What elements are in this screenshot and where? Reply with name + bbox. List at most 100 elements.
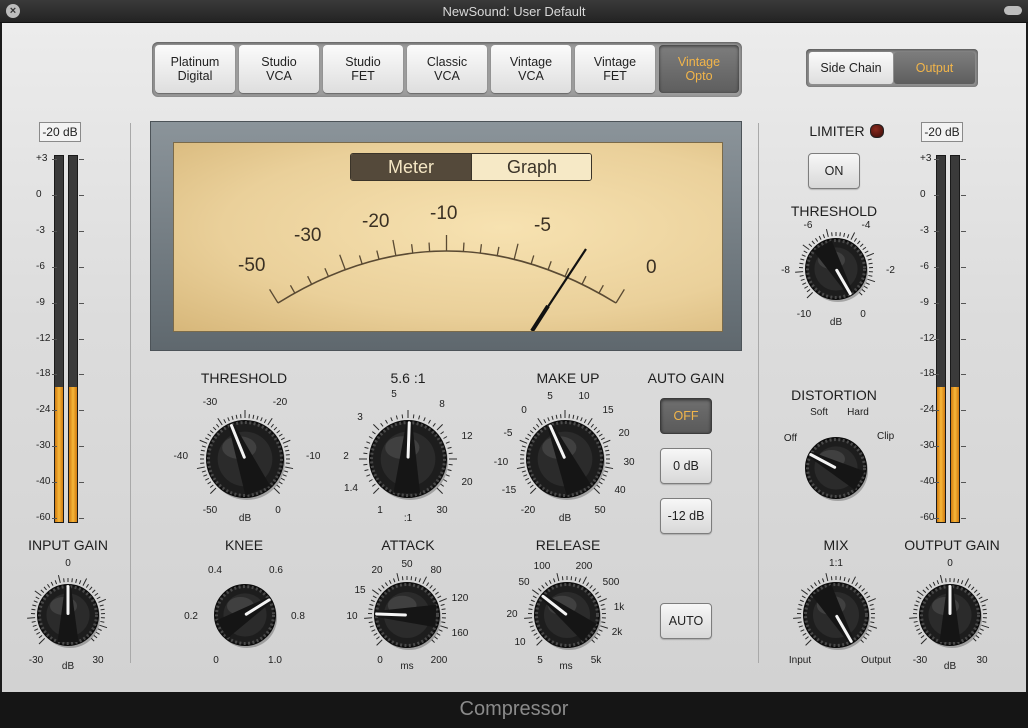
output-level-readout: -20 dB	[921, 122, 963, 142]
threshold-tick: -10	[306, 451, 321, 462]
input-meter-scale-tick	[52, 374, 57, 376]
input-meter-scale-tick	[52, 482, 57, 484]
model-vintage-vca[interactable]: Vintage VCA	[491, 45, 571, 93]
release-label: RELEASE	[535, 537, 601, 553]
input-meter-scale-label: -9	[36, 296, 45, 308]
input-meter-scale-tick	[79, 446, 84, 448]
zoom-icon[interactable]	[1004, 6, 1022, 15]
auto-button[interactable]: AUTO	[660, 603, 712, 639]
vu-tick	[547, 261, 552, 270]
auto-gain-label: AUTO GAIN	[647, 370, 725, 386]
attack-label: ATTACK	[381, 537, 435, 553]
input-meter-scale-tick	[79, 518, 84, 519]
output-meter-scale-label: -12	[920, 332, 935, 344]
model-classic-vca[interactable]: Classic VCA	[407, 45, 487, 93]
ratio-tick: 5	[391, 389, 397, 400]
input-meter-scale-label: -3	[36, 224, 45, 236]
vu-tick	[324, 267, 330, 277]
output-meter-scale-label: -18	[920, 368, 935, 380]
makeup-tick: 30	[623, 457, 635, 468]
auto-gain-0db-button[interactable]: 0 dB	[660, 448, 712, 484]
attack-tick: ms	[400, 661, 414, 672]
vu-tick	[462, 242, 465, 252]
input-meter-scale-label: -12	[36, 332, 51, 344]
model-studio-vca[interactable]: Studio VCA	[239, 45, 319, 93]
model-studio-fet[interactable]: Studio FET	[323, 45, 403, 93]
output-gain-knob[interactable]	[906, 571, 994, 659]
release-tick: 20	[506, 609, 518, 620]
input-gain-tick: 0	[65, 558, 71, 569]
tab-graph[interactable]: Graph	[471, 154, 591, 180]
output-meter-scale-tick	[961, 266, 966, 268]
input-meter-scale-tick	[79, 338, 84, 340]
knee-knob[interactable]	[201, 571, 289, 659]
threshold-tick: dB	[238, 513, 252, 524]
model-platinum-digital[interactable]: Platinum Digital	[155, 45, 235, 93]
output-meter-scale-tick	[961, 446, 966, 448]
vu-tick	[269, 289, 279, 304]
limiter-on-button[interactable]: ON	[808, 153, 860, 189]
output-meter-scale-tick	[934, 518, 939, 519]
attack-tick: 10	[346, 611, 358, 622]
input-meter-scale-label: -6	[36, 260, 45, 272]
ratio-tick: :1	[403, 513, 413, 524]
output-meter-scale-tick	[961, 518, 966, 519]
output-meter-scale-label: 0	[920, 188, 926, 200]
model-vintage-opto[interactable]: Vintage Opto	[659, 45, 739, 93]
ratio-knob[interactable]	[356, 407, 460, 511]
input-meter-scale-label: -30	[36, 440, 51, 452]
input-gain-knob[interactable]	[24, 571, 112, 659]
release-tick: 2k	[611, 627, 623, 638]
makeup-tick: 20	[618, 428, 630, 439]
plugin-name: Compressor	[459, 698, 569, 720]
side-chain-button[interactable]: Side Chain	[809, 52, 893, 84]
threshold-knob[interactable]	[193, 407, 297, 511]
input-meter-scale-tick	[79, 266, 84, 268]
auto-gain-minus12db-button[interactable]: -12 dB	[660, 498, 712, 534]
limiter-threshold-label: THRESHOLD	[790, 203, 878, 219]
attack-knob[interactable]	[361, 569, 453, 661]
output-button[interactable]: Output	[894, 52, 975, 84]
vu-tick	[392, 239, 397, 256]
vu-tick	[339, 254, 346, 270]
vu-label-30: -30	[294, 225, 321, 246]
makeup-tick: dB	[558, 513, 572, 524]
output-meter-scale-tick	[934, 266, 939, 268]
side-chain-output-toggle: Side Chain Output	[806, 49, 978, 87]
release-tick: ms	[559, 661, 573, 672]
vu-tick	[496, 246, 500, 256]
release-knob[interactable]	[521, 569, 613, 661]
input-gain-label: INPUT GAIN	[28, 537, 108, 553]
auto-gain-off-button[interactable]: OFF	[660, 398, 712, 434]
output-meter-scale-tick	[961, 159, 966, 160]
output-meter-scale-label: -3	[920, 224, 929, 236]
tab-meter[interactable]: Meter	[351, 154, 471, 180]
limiter-threshold-knob[interactable]	[792, 225, 880, 313]
mix-knob[interactable]	[790, 569, 882, 661]
vu-tick	[376, 250, 380, 260]
input-meter-scale-tick	[79, 374, 84, 376]
output-meter-scale-label: -24	[920, 404, 935, 416]
vu-label-5: -5	[534, 215, 551, 236]
makeup-knob[interactable]	[513, 407, 617, 511]
limiter-threshold-tick: -2	[886, 265, 895, 276]
knee-tick: 0.8	[291, 611, 305, 622]
distortion-knob[interactable]	[792, 424, 880, 512]
input-gain-tick: dB	[61, 661, 75, 672]
vu-label-50: -50	[238, 255, 265, 276]
output-meter-scale-tick	[934, 410, 939, 412]
vu-tick	[307, 275, 313, 285]
input-meter-scale-tick	[52, 159, 57, 160]
makeup-tick: 10	[578, 391, 590, 402]
vu-tick	[428, 242, 431, 252]
title-bar: × NewSound: User Default	[0, 0, 1028, 23]
output-meter-scale-tick	[961, 230, 966, 232]
input-meter-scale-label: -60	[36, 512, 51, 523]
vu-tick	[358, 255, 363, 265]
output-meter-scale-label: -6	[920, 260, 929, 272]
ratio-tick: 12	[461, 431, 473, 442]
output-meter-scale-label: -30	[920, 440, 935, 452]
ratio-tick: 20	[461, 477, 473, 488]
model-vintage-fet[interactable]: Vintage FET	[575, 45, 655, 93]
input-meter-scale-tick	[52, 302, 57, 304]
